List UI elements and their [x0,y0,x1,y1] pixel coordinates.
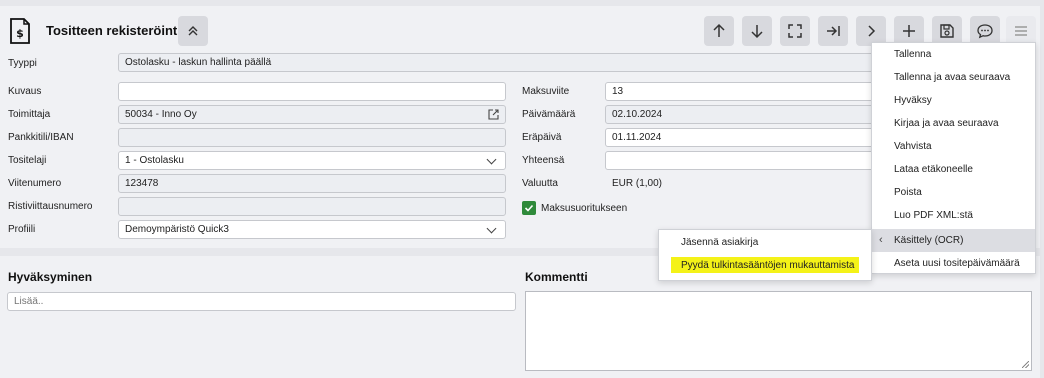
type-label: Tyyppi [8,58,37,69]
save-icon [940,24,954,38]
supplier-value: 50034 - Inno Oy [125,109,197,120]
description-input[interactable] [118,82,506,101]
currency-label: Valuutta [522,178,558,189]
approval-add-input[interactable] [7,292,516,311]
page-title: Tositteen rekisteröinti [46,23,181,38]
profile-label: Profiili [8,224,36,235]
arrow-up-icon [713,23,725,37]
due-date-label: Eräpäivä [522,132,562,143]
voucher-type-label: Tositelaji [8,155,47,166]
arrow-down-icon [751,25,763,39]
reference-label: Viitenumero [8,178,62,189]
menu-item-ocr-processing[interactable]: ‹ Käsittely (OCR) [872,229,1035,252]
ocr-submenu: Jäsennä asiakirja Pyydä tulkintasääntöje… [658,229,872,281]
menu-item-save[interactable]: Tallenna [872,43,1035,66]
svg-text:$: $ [16,27,24,40]
comment-title: Kommentti [525,270,588,284]
payment-order-label: Maksusuoritukseen [541,203,628,214]
next-button[interactable] [742,16,772,46]
receipt-document-icon: $ [10,18,30,44]
chevrons-up-icon [188,26,198,36]
submenu-item-parse-document[interactable]: Jäsennä asiakirja [659,231,871,255]
payment-ref-label: Maksuviite [522,86,570,97]
actions-menu: Tallenna Tallenna ja avaa seuraava Hyväk… [871,42,1036,274]
date-label: Päivämäärä [522,109,576,120]
menu-item-save-and-next[interactable]: Tallenna ja avaa seuraava [872,66,1035,89]
total-label: Yhteensä [522,155,565,166]
supplier-label: Toimittaja [8,109,51,120]
cross-reference-field[interactable] [118,197,506,216]
submenu-item-request-rules[interactable]: Pyydä tulkintasääntöjen mukauttamista [659,254,871,278]
payment-order-checkbox[interactable] [522,201,536,215]
menu-item-create-pdf[interactable]: Luo PDF XML:stä [872,204,1035,227]
chevron-left-icon: ‹ [879,234,883,246]
send-to-button[interactable] [818,16,848,46]
chevron-right-icon [868,25,876,37]
reference-field[interactable]: 123478 [118,174,506,193]
plus-icon [903,25,915,37]
currency-field: EUR (1,00) [612,178,663,189]
supplier-field[interactable]: 50034 - Inno Oy [118,105,506,124]
hamburger-menu-icon [1015,26,1027,36]
type-field: Ostolasku - laskun hallinta päällä [118,53,878,72]
voucher-type-select[interactable]: 1 - Ostolasku [118,151,506,170]
menu-item-set-date[interactable]: Aseta uusi tositepäivämäärä [872,252,1035,275]
send-to-icon [827,26,840,36]
profile-select[interactable]: Demoympäristö Quick3 [118,220,506,239]
menu-item-confirm[interactable]: Vahvista [872,135,1035,158]
comment-textarea[interactable] [525,291,1032,371]
checkmark-icon [524,204,534,212]
total-input[interactable] [605,151,878,170]
collapse-button[interactable] [178,16,208,46]
payment-ref-input[interactable]: 13 [605,82,878,101]
previous-button[interactable] [704,16,734,46]
fullscreen-icon [788,24,802,38]
menu-item-ocr-label: Käsittely (OCR) [894,235,964,246]
menu-item-approve[interactable]: Hyväksy [872,89,1035,112]
description-label: Kuvaus [8,86,42,97]
iban-field[interactable] [118,128,506,147]
fullscreen-button[interactable] [780,16,810,46]
cross-reference-label: Ristiviittausnumero [8,201,93,212]
menu-item-post-and-next[interactable]: Kirjaa ja avaa seuraava [872,112,1035,135]
menu-item-download[interactable]: Lataa etäkoneelle [872,158,1035,181]
comment-icon [977,24,993,39]
menu-item-delete[interactable]: Poista [872,181,1035,204]
date-field[interactable]: 02.10.2024 [605,105,878,124]
approval-title: Hyväksyminen [8,270,93,284]
external-link-icon[interactable] [487,108,500,121]
iban-label: Pankkitili/IBAN [8,132,74,143]
due-date-input[interactable]: 01.11.2024 [605,128,878,147]
